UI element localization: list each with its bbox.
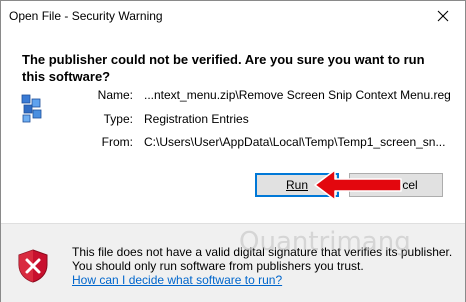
detail-label: Type: — [103, 112, 133, 126]
window-title: Open File - Security Warning — [9, 9, 163, 23]
close-icon — [437, 10, 449, 22]
detail-value: C:\Users\User\AppData\Local\Temp\Temp1_s… — [144, 135, 446, 149]
warning-footer: This file does not have a valid digital … — [1, 223, 465, 302]
detail-label: Name: — [97, 88, 133, 102]
title-bar[interactable]: Open File - Security Warning — [1, 1, 465, 31]
run-button[interactable]: Run — [255, 173, 339, 197]
help-link[interactable]: How can I decide what software to run? — [72, 273, 282, 287]
cancel-button[interactable]: cel — [349, 173, 443, 197]
warning-shield-icon — [18, 249, 48, 283]
run-button-label: Run — [285, 178, 308, 192]
registry-file-icon — [21, 94, 42, 123]
security-warning-dialog: Open File - Security Warning The publish… — [0, 0, 466, 302]
cancel-button-label: cel — [402, 178, 418, 192]
close-button[interactable] — [421, 1, 465, 31]
detail-label: From: — [101, 135, 133, 149]
detail-value: Registration Entries — [144, 112, 249, 126]
warning-headline: The publisher could not be verified. Are… — [22, 52, 425, 84]
detail-value: ...ntext_menu.zip\Remove Screen Snip Con… — [144, 88, 451, 102]
footer-message: This file does not have a valid digital … — [72, 245, 453, 273]
